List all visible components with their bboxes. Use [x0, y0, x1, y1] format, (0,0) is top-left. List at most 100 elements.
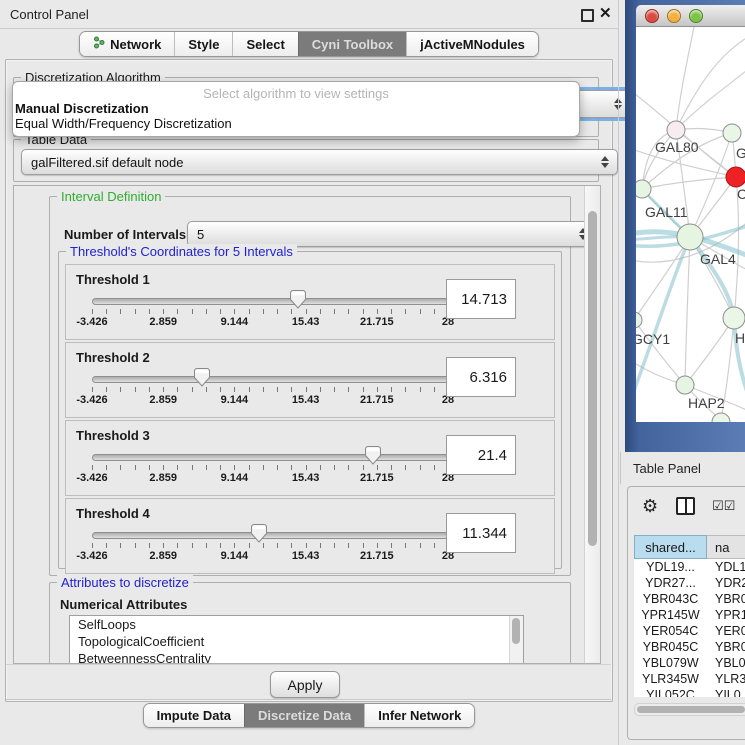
network-edge[interactable] [676, 67, 745, 130]
tab-jactivemnodules[interactable]: jActiveMNodules [406, 32, 538, 56]
divider [6, 664, 611, 665]
network-canvas[interactable]: GAL80GACGAL11GAL4HGCY1HAP2 [636, 27, 745, 422]
algorithm-popup-options: Manual DiscretizationEqual Width/Frequen… [13, 101, 579, 131]
tab-infer-network[interactable]: Infer Network [364, 704, 474, 727]
tab-label: Network [110, 37, 161, 52]
scrollbar-thumb[interactable] [588, 211, 597, 546]
network-node-hap2[interactable] [676, 376, 694, 394]
threshold-value-field[interactable]: 11.344 [446, 513, 516, 553]
minimize-light-icon[interactable] [667, 9, 681, 23]
close-icon[interactable]: ✕ [599, 4, 612, 22]
combo-arrows-icon [601, 156, 609, 168]
threshold-panel: Threshold 4-3.4262.8599.14415.4321.71528… [65, 498, 555, 574]
table-row[interactable]: YBR045CYBR0 [634, 639, 745, 655]
slider-thumb[interactable] [290, 290, 306, 309]
table-hscrollbar[interactable] [634, 703, 745, 716]
attribute-item-selfloops[interactable]: SelfLoops [70, 616, 523, 633]
table-row[interactable]: YPR145WYPR1 [634, 607, 745, 623]
list-scrollbar[interactable] [509, 616, 523, 664]
network-canvas-svg: GAL80GACGAL11GAL4HGCY1HAP2 [636, 27, 745, 422]
network-node-gal11[interactable] [636, 180, 651, 198]
select-checkboxes-icon[interactable]: ☑☑ [712, 497, 735, 515]
table-row[interactable]: YDL19...YDL1 [634, 559, 745, 575]
network-node-gcy1[interactable] [636, 312, 642, 328]
table-cell: YLR345W [634, 671, 707, 687]
network-window-titlebar[interactable] [636, 5, 745, 27]
network-edge[interactable] [636, 320, 685, 385]
tick-label: -3.426 [76, 394, 107, 406]
network-edge[interactable] [676, 35, 745, 130]
slider-track[interactable] [92, 376, 450, 383]
table-body: YDL19...YDL1YDR27...YDR2YBR043CYBR0YPR14… [634, 559, 745, 697]
vertical-scrollbar[interactable] [584, 186, 600, 663]
slider-track[interactable] [92, 298, 450, 305]
num-intervals-label: Number of Intervals [64, 227, 186, 242]
slider-thumb[interactable] [194, 368, 210, 387]
table-row[interactable]: YER054CYER0 [634, 623, 745, 639]
slider-track[interactable] [92, 454, 450, 461]
apply-button[interactable]: Apply [270, 671, 340, 698]
threshold-value-field[interactable]: 21.4 [446, 435, 516, 475]
table-row[interactable]: YBR043CYBR0 [634, 591, 745, 607]
hscrollbar-thumb[interactable] [637, 706, 745, 713]
network-node-gal4[interactable] [677, 224, 703, 250]
tab-style[interactable]: Style [174, 32, 232, 56]
table-cell: YDL1 [707, 559, 745, 575]
attribute-item-betweennesscentrality[interactable]: BetweennessCentrality [70, 650, 523, 664]
slider-thumb[interactable] [365, 446, 381, 465]
algorithm-option-manual-discretization[interactable]: Manual Discretization [13, 101, 579, 116]
table-row[interactable]: YLR345WYLR3 [634, 671, 745, 687]
attribute-item-topologicalcoefficient[interactable]: TopologicalCoefficient [70, 633, 523, 650]
algorithm-option-equal-width-frequency-discretization[interactable]: Equal Width/Frequency Discretization [13, 116, 579, 131]
tab-label: Style [188, 37, 219, 52]
threshold-value-field[interactable]: 14.713 [446, 279, 516, 319]
tick-label: 15.43 [292, 394, 320, 406]
threshold-value-field[interactable]: 6.316 [446, 357, 516, 397]
gear-icon[interactable]: ⚙ [642, 497, 659, 515]
table-row[interactable]: YBL079WYBL0 [634, 655, 745, 671]
top-tab-bar: Network Style SelectCyni ToolboxjActiveMNo… [79, 31, 539, 57]
threshold-panel: Threshold 1-3.4262.8599.14415.4321.71528… [65, 264, 555, 340]
columns-icon[interactable] [676, 497, 695, 515]
network-node-ga[interactable] [723, 124, 741, 142]
table-data-combo[interactable]: galFiltered.sif default node [21, 149, 618, 175]
network-node-gal80[interactable] [667, 121, 685, 139]
column-header-shared-[interactable]: shared... [634, 535, 707, 559]
table-data-combo-value: galFiltered.sif default node [31, 155, 183, 170]
tab-label: Discretize Data [258, 708, 351, 723]
network-node-c[interactable] [726, 167, 745, 187]
network-edge[interactable] [685, 318, 734, 385]
tab-discretize-data[interactable]: Discretize Data [244, 704, 364, 727]
node-label: GAL4 [700, 251, 736, 267]
attributes-group-label: Attributes to discretize [57, 575, 193, 590]
table-cell: YPR1 [707, 607, 745, 623]
zoom-light-icon[interactable] [689, 9, 703, 23]
tick-label: 15.43 [292, 472, 320, 484]
network-edge[interactable] [642, 177, 736, 189]
network-node-h[interactable] [723, 307, 745, 329]
attributes-group: Attributes to discretize Numerical Attri… [49, 582, 571, 664]
network-edge[interactable] [685, 237, 690, 385]
close-light-icon[interactable] [645, 9, 659, 23]
numerical-attributes-list[interactable]: SelfLoopsTopologicalCoefficientBetweenne… [69, 615, 524, 664]
tab-select[interactable]: Select [232, 32, 297, 56]
network-view-window: GAL80GACGAL11GAL4HGCY1HAP2 [625, 0, 745, 452]
slider-track[interactable] [92, 532, 450, 539]
column-header-na[interactable]: na [707, 535, 745, 559]
slider-ticks [92, 387, 448, 393]
float-window-icon[interactable] [581, 9, 594, 22]
settings-scroll-panel: Interval Definition Number of Intervals … [13, 185, 601, 664]
tab-impute-data[interactable]: Impute Data [144, 704, 244, 727]
tab-network[interactable]: Network [80, 32, 174, 56]
slider-thumb[interactable] [251, 524, 267, 543]
num-intervals-value: 5 [197, 227, 204, 242]
tab-cyni-toolbox[interactable]: Cyni Toolbox [298, 32, 406, 56]
table-cell: YBR045C [634, 639, 707, 655]
top-tab-bar-wrap: Network Style SelectCyni ToolboxjActiveMNo… [0, 31, 618, 57]
table-row[interactable]: YDR27...YDR2 [634, 575, 745, 591]
algorithm-popup-hint: Select algorithm to view settings [13, 82, 579, 101]
table-row[interactable]: YIL052CYIL0 [634, 687, 745, 697]
node-label: GAL11 [645, 204, 688, 220]
thresholds-group: Threshold's Coordinates for 5 Intervals … [58, 251, 562, 569]
node-table: shared...na YDL19...YDL1YDR27...YDR2YBR0… [634, 535, 745, 697]
